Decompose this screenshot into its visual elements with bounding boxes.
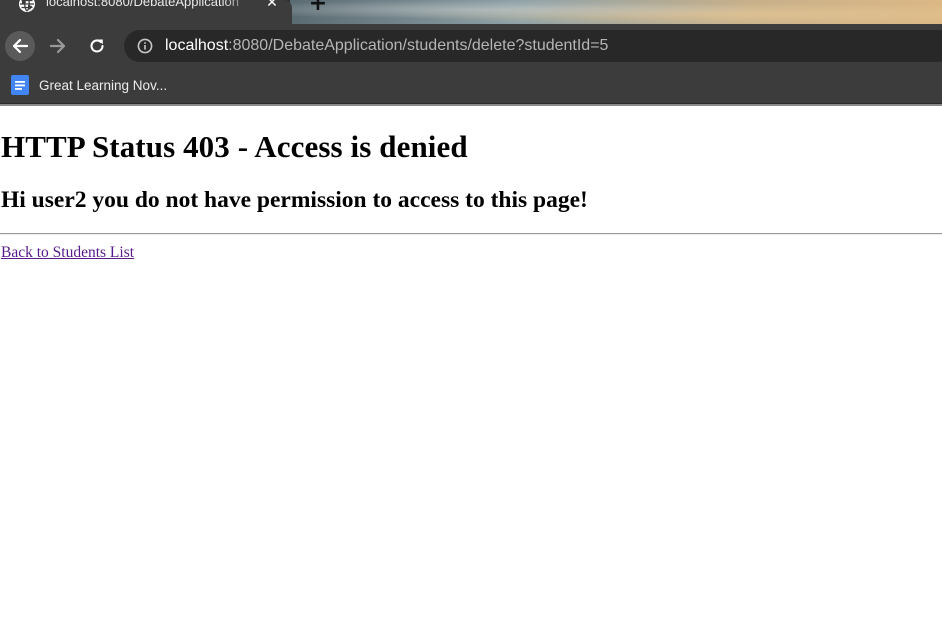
arrow-left-icon xyxy=(12,38,29,54)
url-text[interactable]: localhost:8080/DebateApplication/student… xyxy=(165,37,608,55)
browser-toolbar: localhost:8080/DebateApplication/student… xyxy=(0,24,942,68)
tab-title: localhost:8080/DebateApplication xyxy=(46,0,239,9)
url-path: :8080/DebateApplication/students/delete?… xyxy=(228,37,609,54)
back-button[interactable] xyxy=(5,31,35,61)
page-title: HTTP Status 403 - Access is denied xyxy=(1,129,468,164)
page-content: HTTP Status 403 - Access is denied Hi us… xyxy=(0,106,942,636)
arrow-right-icon xyxy=(49,38,66,54)
close-icon[interactable]: ✕ xyxy=(264,0,280,11)
bookmarks-bar: Great Learning Nov... xyxy=(0,68,942,104)
info-icon[interactable] xyxy=(137,38,153,54)
reload-button[interactable] xyxy=(82,31,112,61)
error-message: Hi user2 you do not have permission to a… xyxy=(1,187,588,213)
bookmark-item[interactable]: Great Learning Nov... xyxy=(10,73,167,97)
google-docs-icon xyxy=(11,75,29,95)
bookmark-label: Great Learning Nov... xyxy=(39,77,168,93)
divider xyxy=(0,233,942,235)
address-bar[interactable]: localhost:8080/DebateApplication/student… xyxy=(124,30,942,62)
plus-icon[interactable]: + xyxy=(308,0,328,15)
tab-strip: localhost:8080/DebateApplication ✕ + xyxy=(0,0,942,24)
forward-button[interactable] xyxy=(43,31,73,61)
active-tab[interactable]: localhost:8080/DebateApplication ✕ xyxy=(0,0,292,24)
globe-icon xyxy=(19,0,35,12)
tab-strip-background xyxy=(290,0,942,24)
reload-icon xyxy=(90,39,104,53)
url-host: localhost xyxy=(165,37,229,54)
back-to-students-link[interactable]: Back to Students List xyxy=(1,244,134,262)
